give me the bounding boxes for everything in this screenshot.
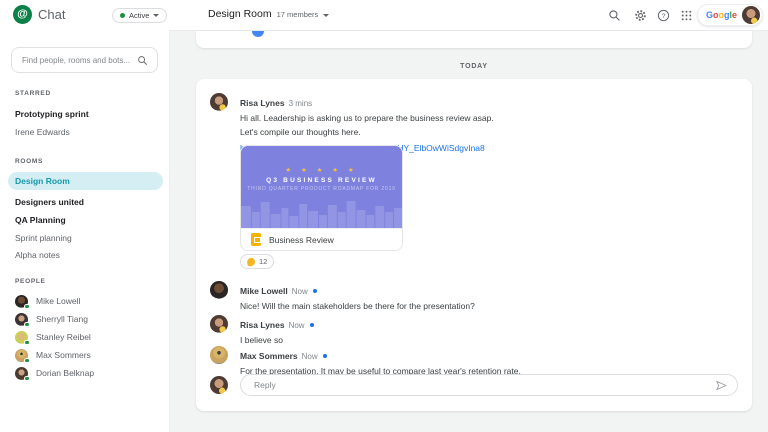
presence-dot-icon (24, 321, 30, 327)
avatar (210, 346, 228, 364)
file-attachment-row[interactable]: Business Review (241, 228, 402, 250)
reaction-chip[interactable]: 12 (240, 254, 275, 269)
partial-avatar (252, 31, 264, 37)
message-text: Let's compile our thoughts here. (240, 126, 361, 137)
slide-subtitle: third quarter product roadmap for 2019 (247, 186, 396, 192)
previous-messages-card (196, 31, 752, 48)
avatar (15, 330, 30, 345)
stars-decoration: ★ ★ ★ ★ ★ (285, 167, 358, 174)
clap-emoji-icon (246, 256, 256, 267)
reply-input[interactable] (241, 380, 715, 390)
message-header: Risa Lynes Now (240, 315, 738, 333)
message-max: Max Sommers Now For the presentation, It … (210, 346, 738, 378)
section-label-rooms: ROOMS (15, 158, 44, 165)
sidebar-item-design-room[interactable]: Design Room (8, 172, 163, 190)
chevron-down-icon (153, 14, 160, 17)
avatar (15, 312, 30, 327)
help-icon[interactable]: ? (657, 9, 670, 22)
message-header: Mike Lowell Now (240, 281, 738, 299)
app-title: Chat (38, 7, 66, 22)
search-icon[interactable] (608, 9, 621, 22)
google-logo: Google (706, 10, 738, 20)
presence-dot-icon (24, 357, 30, 363)
google-slides-icon (251, 233, 261, 246)
top-bar: @ Chat Active Design Room 17 members ? G… (0, 0, 768, 30)
avatar (210, 281, 228, 299)
reply-input-pill[interactable] (240, 374, 738, 396)
sidebar-item-irene-edwards[interactable]: Irene Edwards (0, 125, 170, 139)
presence-dot-icon (24, 303, 30, 309)
presence-dot-icon (120, 13, 125, 18)
user-avatar (210, 376, 228, 394)
status-label: Active (129, 11, 150, 20)
unread-dot-icon (322, 353, 327, 358)
unread-dot-icon (312, 288, 317, 293)
message-mike: Mike Lowell Now Nice! Will the main stake… (210, 281, 738, 313)
room-header-dropdown[interactable]: Design Room 17 members (208, 8, 330, 20)
sidebar-item-mike-lowell[interactable]: Mike Lowell (15, 294, 80, 309)
avatar (210, 315, 228, 333)
settings-gear-icon[interactable] (634, 9, 647, 22)
skyline-decoration (241, 201, 402, 228)
message-text: Hi all. Leadership is asking us to prepa… (240, 113, 494, 123)
message-risa-2: Risa Lynes Now I believe so (210, 315, 738, 347)
message-card: Risa Lynes 3 mins Hi all. Leadership is a… (196, 79, 752, 411)
sidebar-item-stanley-reibel[interactable]: Stanley Reibel (15, 330, 91, 345)
account-pill[interactable]: Google (697, 4, 763, 26)
file-label: Business Review (269, 234, 334, 245)
sidebar-item-designers-united[interactable]: Designers united (0, 195, 170, 209)
slide-title: Q3 BUSINESS REVIEW (266, 177, 377, 184)
avatar (15, 366, 30, 381)
sidebar-item-sherryll-tiang[interactable]: Sherryll Tiang (15, 312, 88, 327)
section-label-starred: STARRED (15, 90, 51, 97)
google-chat-app: @ Chat Active Design Room 17 members ? G… (0, 0, 768, 432)
sidebar-search[interactable] (11, 47, 158, 73)
reply-bar (210, 374, 738, 398)
date-divider: TODAY (460, 63, 488, 70)
message-header: Max Sommers Now (240, 346, 738, 364)
presence-dot-icon (24, 339, 30, 345)
slide-thumbnail: ★ ★ ★ ★ ★ Q3 BUSINESS REVIEW third quart… (241, 146, 402, 228)
search-input[interactable] (12, 55, 137, 65)
room-member-count: 17 members (276, 10, 319, 19)
section-label-people: PEOPLE (15, 278, 46, 285)
user-avatar[interactable] (742, 6, 760, 24)
chat-main-area: TODAY Risa Lynes 3 mins Hi all. Leadershi… (170, 30, 768, 432)
sidebar-item-prototyping-sprint[interactable]: Prototyping sprint (0, 107, 170, 121)
message-text: I believe so (240, 335, 283, 345)
presence-dot-icon (24, 375, 30, 381)
avatar (15, 348, 30, 363)
sidebar-item-sprint-planning[interactable]: Sprint planning (0, 231, 170, 245)
unread-dot-icon (309, 322, 314, 327)
reaction-count: 12 (259, 257, 268, 266)
message-header: Risa Lynes 3 mins (240, 98, 313, 108)
avatar (210, 93, 228, 111)
chevron-down-icon (323, 13, 330, 17)
message-text: Nice! Will the main stakeholders be ther… (240, 301, 475, 311)
sidebar-item-max-sommers[interactable]: Max Sommers (15, 348, 91, 363)
svg-text:?: ? (662, 13, 666, 20)
send-button[interactable] (715, 379, 728, 392)
apps-grid-icon[interactable] (680, 9, 693, 22)
search-icon (138, 55, 147, 65)
status-dropdown[interactable]: Active (112, 8, 168, 23)
avatar (15, 294, 30, 309)
sidebar-item-alpha-notes[interactable]: Alpha notes (0, 248, 170, 262)
sidebar-item-qa-planning[interactable]: QA Planning (0, 213, 170, 227)
sidebar-item-dorian-belknap[interactable]: Dorian Belknap (15, 366, 94, 381)
sidebar: STARRED Prototyping sprint Irene Edwards… (0, 30, 170, 432)
slide-preview-card[interactable]: ★ ★ ★ ★ ★ Q3 BUSINESS REVIEW third quart… (240, 145, 403, 251)
chat-logo-icon: @ (13, 5, 32, 24)
room-title: Design Room (208, 8, 272, 20)
